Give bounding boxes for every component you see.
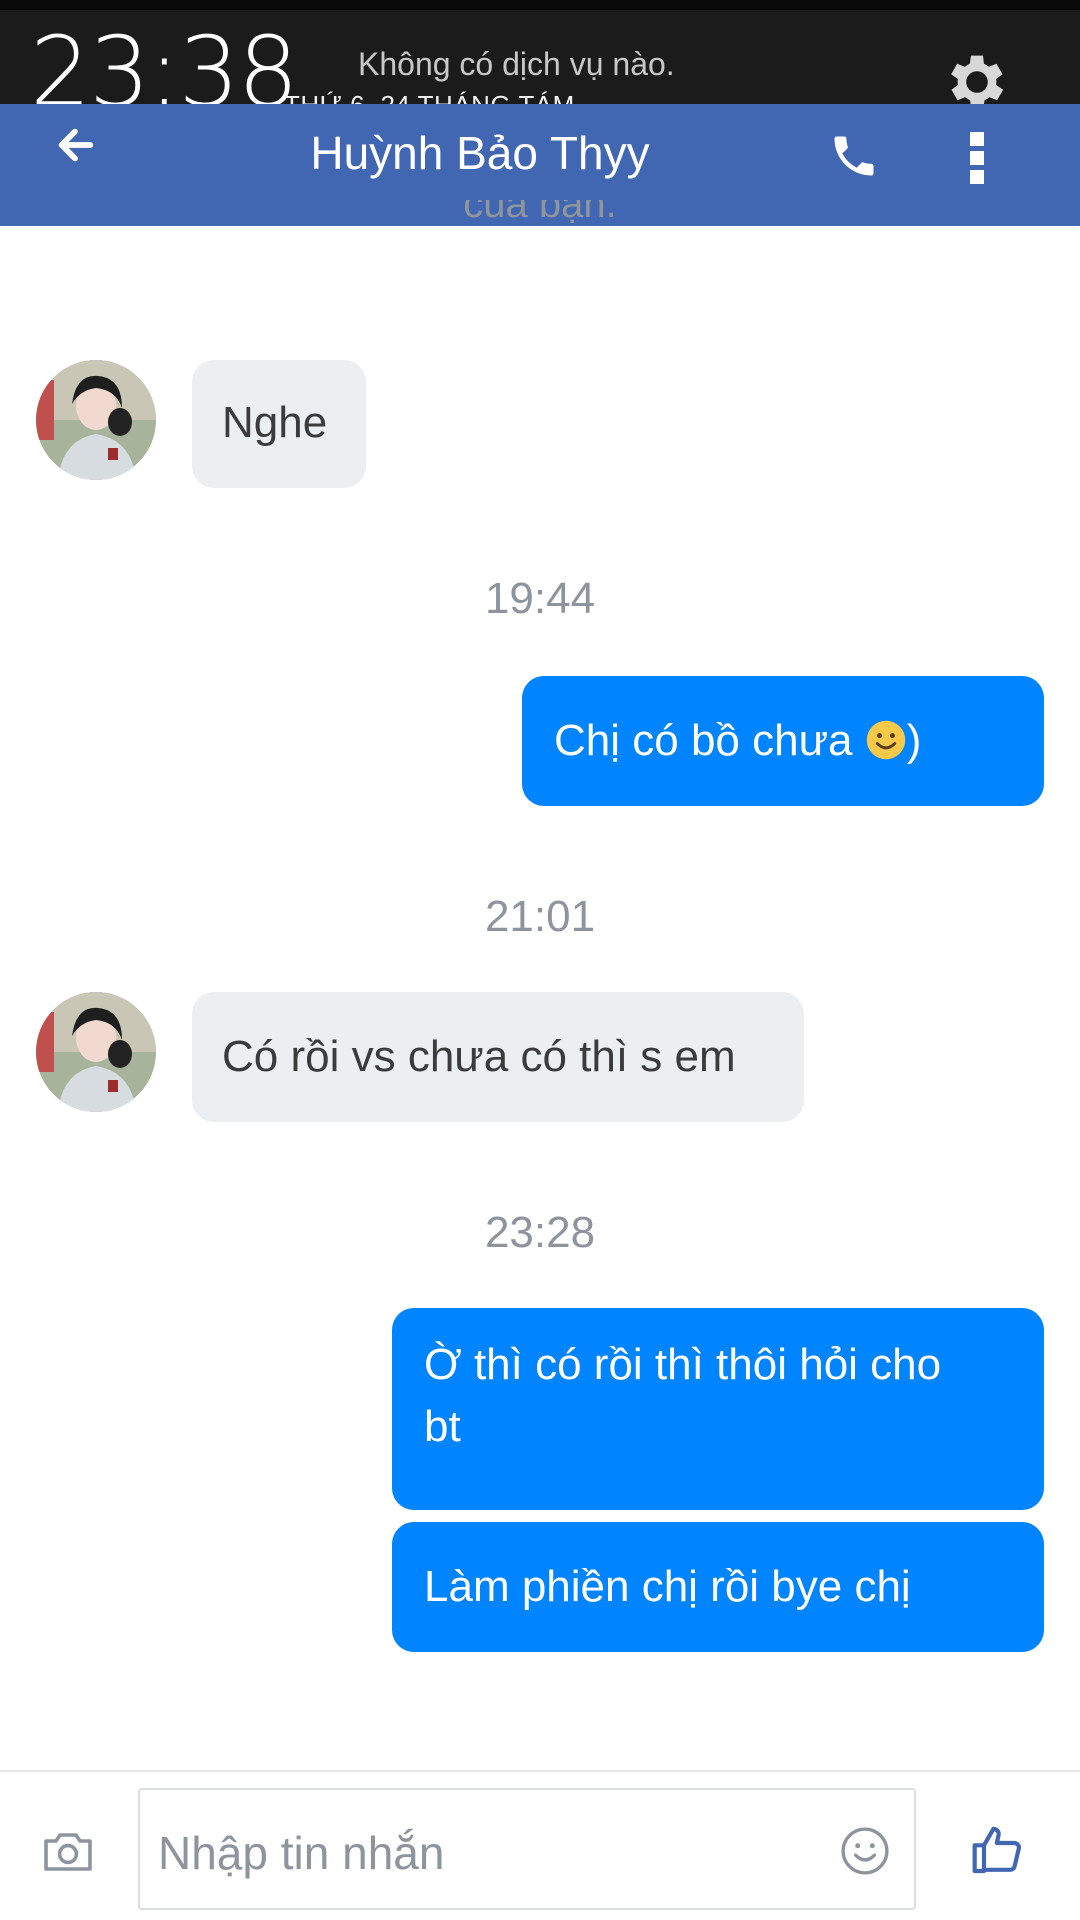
message-text: Nghe <box>222 398 328 447</box>
timestamp: 21:01 <box>484 892 596 941</box>
more-vertical-icon[interactable] <box>962 130 992 186</box>
outgoing-message[interactable]: Ờ thì có rồi thì thôi hỏi cho bt <box>392 1308 1044 1510</box>
thumbs-up-icon[interactable] <box>970 1822 1026 1878</box>
message-composer: Nhập tin nhắn <box>0 1770 1080 1920</box>
message-text: Có rồi vs chưa có thì s em <box>222 1032 736 1081</box>
partially-visible-message: của bạn. <box>463 200 617 226</box>
timestamp: 19:44 <box>484 574 596 623</box>
message-input[interactable]: Nhập tin nhắn <box>138 1788 916 1910</box>
status-service-text: Không có dịch vụ nào. <box>358 46 675 82</box>
message-input-placeholder: Nhập tin nhắn <box>158 1827 445 1879</box>
status-bar: 23:38 Không có dịch vụ nào. THỨ 6, 24 TH… <box>0 0 1080 120</box>
message-text: Chị có bồ chưa <box>554 716 853 765</box>
message-text: Làm phiền chị rồi bye chị <box>424 1562 911 1611</box>
outgoing-message[interactable]: Làm phiền chị rồi bye chị <box>392 1522 1044 1652</box>
phone-icon[interactable] <box>828 130 880 182</box>
contact-avatar[interactable] <box>36 992 156 1112</box>
incoming-message[interactable]: Có rồi vs chưa có thì s em <box>192 992 804 1122</box>
contact-name[interactable]: Huỳnh Bảo Thyy <box>0 126 960 180</box>
message-suffix: ) <box>906 716 922 765</box>
message-text-line: bt <box>424 1402 461 1451</box>
smiley-emoji-icon <box>866 720 905 760</box>
message-text-line: Ờ thì có rồi thì thôi hỏi cho <box>424 1340 942 1389</box>
contact-avatar[interactable] <box>36 360 156 480</box>
camera-icon[interactable] <box>42 1828 94 1874</box>
emoji-icon[interactable] <box>840 1826 890 1876</box>
outgoing-message[interactable]: Chị có bồ chưa ) <box>522 676 1044 806</box>
incoming-message[interactable]: Nghe <box>192 360 366 488</box>
timestamp: 23:28 <box>484 1208 596 1257</box>
